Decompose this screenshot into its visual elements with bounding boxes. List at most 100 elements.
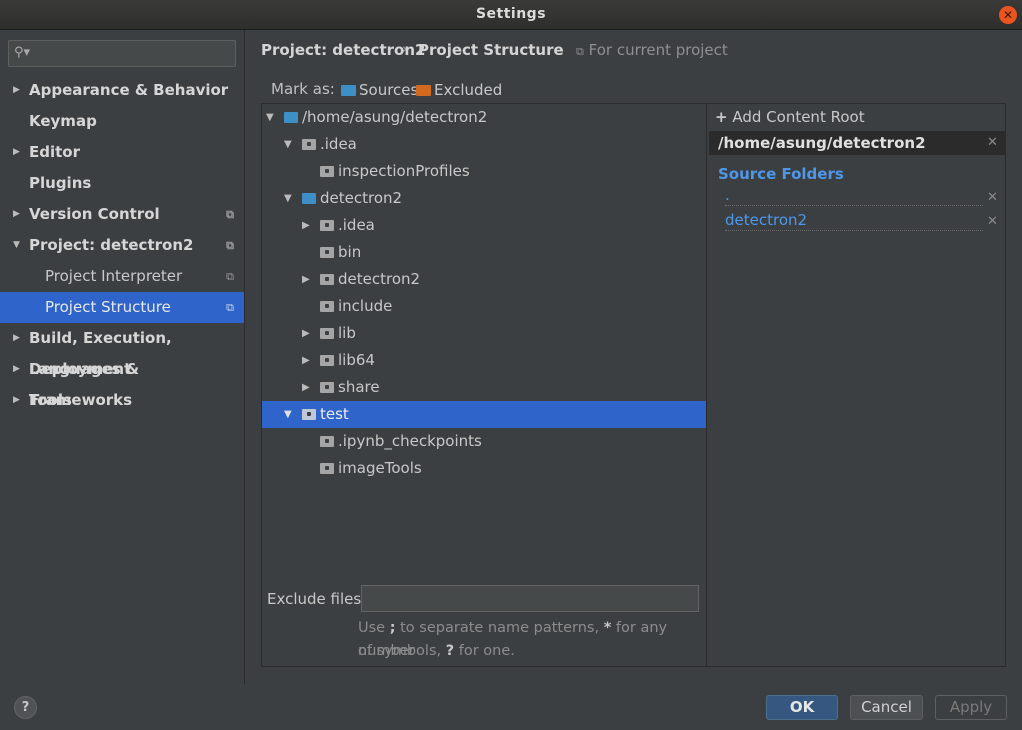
sidebar-item-version-control[interactable]: ▶ Version Control ⧉: [0, 199, 244, 230]
tree-row[interactable]: ▶ lib64: [262, 347, 706, 374]
tree-row[interactable]: ▼ /home/asung/detectron2: [262, 104, 706, 131]
apply-button[interactable]: Apply: [935, 695, 1007, 720]
tree-row[interactable]: .ipynb_checkpoints: [262, 428, 706, 455]
folder-icon: [302, 193, 316, 204]
folder-icon: [284, 112, 298, 123]
directory-tree: ▼ /home/asung/detectron2 ▼ .idea inspect…: [261, 103, 707, 667]
scope-label: ⧉ For current project: [576, 41, 728, 59]
sidebar-item-project[interactable]: ▼ Project: detectron2 ⧉: [0, 230, 244, 261]
cancel-button[interactable]: Cancel: [850, 695, 923, 720]
tree-row-label: inspectionProfiles: [338, 162, 470, 180]
chevron-right-icon: ▶: [13, 395, 20, 405]
tree-row[interactable]: imageTools: [262, 455, 706, 482]
exclude-files-input[interactable]: [361, 585, 699, 612]
tree-row-label: .idea: [320, 135, 357, 153]
mark-excluded-button[interactable]: Excluded: [416, 81, 502, 99]
tree-row-label: detectron2: [338, 270, 421, 288]
page-title: Project Structure: [418, 41, 564, 59]
tree-row[interactable]: bin: [262, 239, 706, 266]
tree-row[interactable]: ▼ detectron2: [262, 185, 706, 212]
sidebar-item-project-interpreter[interactable]: Project Interpreter ⧉: [0, 261, 244, 292]
folder-icon: [320, 463, 334, 474]
tree-row[interactable]: ▼ .idea: [262, 131, 706, 158]
tree-row-label: lib64: [338, 351, 375, 369]
chevron-down-icon[interactable]: ▼: [266, 104, 274, 131]
sidebar-item-label: Plugins: [29, 174, 92, 192]
search-input[interactable]: ⚲▾: [8, 40, 236, 67]
folder-icon: [302, 139, 316, 150]
tree-row[interactable]: ▶ share: [262, 374, 706, 401]
tree-row[interactable]: include: [262, 293, 706, 320]
ok-button[interactable]: OK: [766, 695, 838, 720]
project-scope-icon: ⧉: [226, 239, 234, 252]
content-root-row[interactable]: /home/asung/detectron2 ✕: [709, 131, 1005, 155]
close-icon[interactable]: ✕: [999, 6, 1017, 24]
tree-row-label: test: [320, 405, 349, 423]
sidebar-item-label: Editor: [29, 143, 80, 161]
folder-icon: [320, 220, 334, 231]
mark-as-label: Mark as:: [271, 80, 335, 98]
close-icon[interactable]: ✕: [987, 131, 998, 155]
chevron-right-icon[interactable]: ▶: [302, 212, 310, 239]
tree-row-label: share: [338, 378, 380, 396]
chevron-right-icon: ›: [402, 42, 408, 57]
close-icon[interactable]: ✕: [987, 190, 998, 205]
chevron-down-icon: ▼: [13, 240, 20, 250]
chevron-down-icon[interactable]: ▼: [284, 131, 292, 158]
breadcrumb-project: Project: detectron2: [261, 41, 426, 59]
exclude-hint-line-2: of symbols, ? for one.: [358, 643, 515, 659]
project-scope-icon: ⧉: [226, 301, 234, 314]
chevron-right-icon[interactable]: ▶: [302, 347, 310, 374]
tree-row[interactable]: ▶ .idea: [262, 212, 706, 239]
chevron-right-icon: ▶: [13, 209, 20, 219]
content-root-path: /home/asung/detectron2: [718, 134, 926, 152]
folder-icon: [320, 301, 334, 312]
chevron-right-icon[interactable]: ▶: [302, 266, 310, 293]
sidebar-item-plugins[interactable]: Plugins: [0, 168, 244, 199]
sidebar-item-project-structure[interactable]: Project Structure ⧉: [0, 292, 244, 323]
sidebar-item-editor[interactable]: ▶ Editor: [0, 137, 244, 168]
settings-sidebar: ⚲▾ ▶ Appearance & Behavior Keymap ▶ Edit…: [0, 30, 245, 684]
sidebar-item-tools[interactable]: ▶ Tools: [0, 385, 244, 416]
folder-icon: [320, 328, 334, 339]
tree-row-label: .idea: [338, 216, 375, 234]
folder-icon: [320, 436, 334, 447]
sidebar-item-languages[interactable]: ▶ Languages & Frameworks: [0, 354, 244, 409]
tree-row-label: lib: [338, 324, 356, 342]
sidebar-item-label: Keymap: [29, 112, 97, 130]
chevron-right-icon: ▶: [13, 333, 20, 343]
window-title: Settings: [475, 6, 547, 22]
tree-row-label: /home/asung/detectron2: [302, 108, 488, 126]
project-scope-icon: ⧉: [226, 270, 234, 283]
chevron-right-icon[interactable]: ▶: [302, 320, 310, 347]
tree-row-label: imageTools: [338, 459, 422, 477]
search-icon: ⚲▾: [14, 45, 31, 60]
tree-row[interactable]: ▶ detectron2: [262, 266, 706, 293]
folder-icon: [320, 274, 334, 285]
help-button[interactable]: ?: [14, 696, 37, 719]
sidebar-item-keymap[interactable]: Keymap: [0, 106, 244, 137]
source-folder-item[interactable]: detectron2: [725, 211, 983, 231]
sidebar-item-appearance[interactable]: ▶ Appearance & Behavior: [0, 75, 244, 106]
chevron-right-icon: ▶: [13, 85, 20, 95]
excluded-folder-icon: [416, 85, 431, 96]
tree-row-label: include: [338, 297, 393, 315]
tree-row-label: .ipynb_checkpoints: [338, 432, 482, 450]
tree-row-label: bin: [338, 243, 362, 261]
chevron-right-icon: ▶: [13, 147, 20, 157]
chevron-down-icon[interactable]: ▼: [284, 401, 292, 428]
sidebar-item-build[interactable]: ▶ Build, Execution, Deployment: [0, 323, 244, 378]
chevron-right-icon: ▶: [13, 364, 20, 374]
chevron-right-icon[interactable]: ▶: [302, 374, 310, 401]
source-folder-item[interactable]: .: [725, 186, 983, 206]
add-content-root-button[interactable]: + Add Content Root: [715, 108, 865, 126]
tree-row[interactable]: inspectionProfiles: [262, 158, 706, 185]
chevron-down-icon[interactable]: ▼: [284, 185, 292, 212]
tree-row-selected[interactable]: ▼ test: [262, 401, 706, 428]
mark-sources-label: Sources: [359, 81, 419, 99]
mark-excluded-label: Excluded: [434, 81, 503, 99]
sidebar-item-label: Project: detectron2: [29, 236, 194, 254]
tree-row[interactable]: ▶ lib: [262, 320, 706, 347]
mark-sources-button[interactable]: Sources: [341, 81, 418, 99]
close-icon[interactable]: ✕: [987, 214, 998, 229]
